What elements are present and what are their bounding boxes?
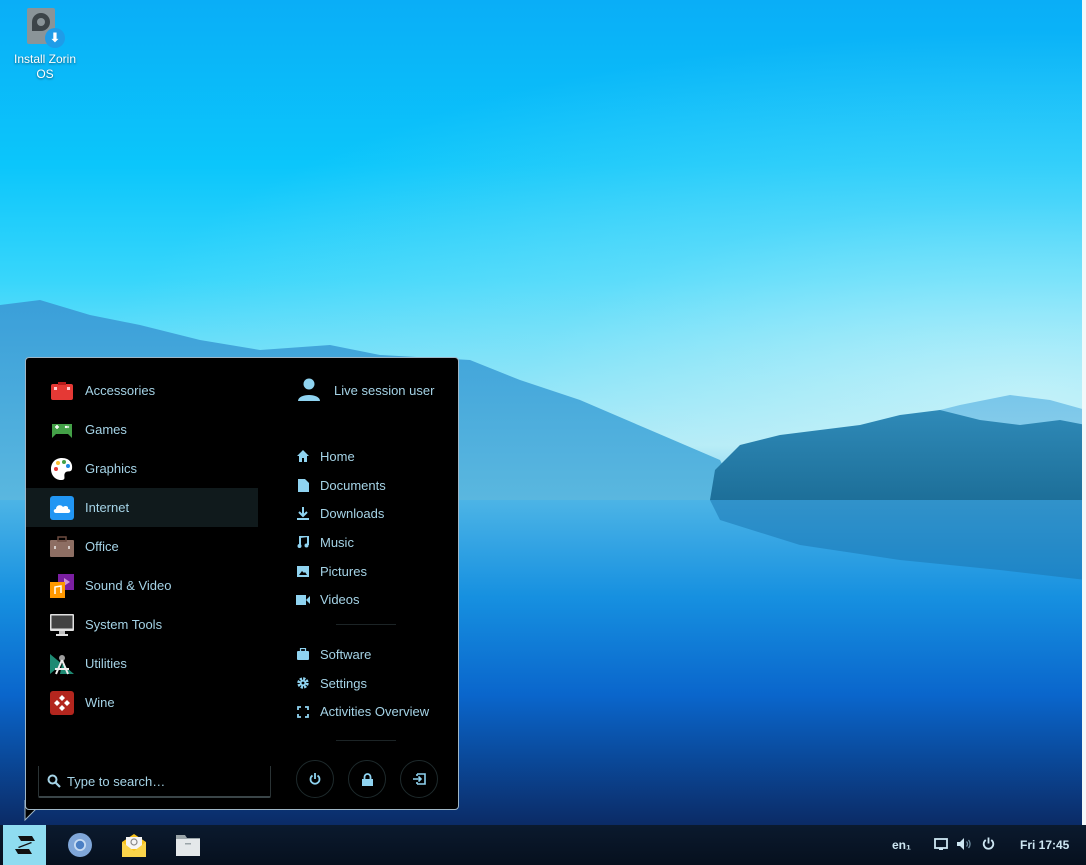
category-label: System Tools (85, 617, 163, 632)
system-activities-overview[interactable]: Activities Overview (296, 697, 429, 726)
system-tools-icon (50, 613, 74, 636)
system-settings[interactable]: Settings (296, 669, 429, 698)
logout-button[interactable] (400, 760, 438, 798)
category-label: Office (85, 539, 119, 554)
divider (336, 740, 396, 741)
place-label: Videos (320, 592, 360, 608)
category-label: Utilities (85, 656, 127, 671)
settings-icon (296, 676, 310, 690)
games-icon (52, 423, 72, 438)
system-list: Software Settings Activities Overview (296, 640, 429, 726)
display-indicator[interactable] (934, 837, 950, 853)
place-label: Documents (320, 477, 386, 493)
desktop-icon-install-zorin[interactable]: ⬇ Install Zorin OS (6, 8, 84, 82)
taskbar-app-mail[interactable] (120, 831, 148, 859)
system-label: Settings (320, 675, 367, 691)
user-name: Live session user (334, 382, 435, 398)
place-pictures[interactable]: Pictures (296, 557, 386, 586)
category-label: Sound & Video (85, 578, 172, 593)
power-button[interactable] (296, 760, 334, 798)
volume-indicator[interactable] (956, 837, 972, 853)
places-list: Home Documents Downloads Music Pictures … (296, 442, 386, 614)
search-icon (47, 774, 61, 788)
place-videos[interactable]: Videos (296, 585, 386, 614)
display-icon (934, 838, 948, 850)
desktop-icon-label: Install Zorin OS (13, 52, 77, 81)
app-menu: Accessories Games Graphics Internet Offi… (25, 357, 459, 810)
power-menu-indicator[interactable] (982, 837, 998, 853)
search-box[interactable] (38, 766, 271, 798)
user-icon (298, 378, 320, 401)
category-label: Games (85, 422, 127, 437)
screen-edge (1082, 0, 1086, 825)
place-label: Downloads (320, 506, 385, 522)
category-wine[interactable]: Wine (26, 683, 258, 722)
wine-icon (50, 690, 74, 715)
category-system-tools[interactable]: System Tools (26, 605, 258, 644)
category-games[interactable]: Games (26, 410, 258, 449)
home-icon (296, 449, 310, 463)
user-account-button[interactable]: Live session user (298, 378, 434, 402)
category-utilities[interactable]: Utilities (26, 644, 258, 683)
clock[interactable]: Fri 17:45 (1020, 825, 1069, 865)
activities-icon (296, 705, 310, 719)
chromium-icon (68, 833, 92, 857)
picture-icon (296, 564, 310, 578)
place-label: Music (320, 534, 354, 550)
start-menu-button[interactable] (3, 825, 46, 865)
software-icon (296, 647, 310, 661)
sound-video-icon (50, 573, 74, 598)
office-icon (50, 535, 74, 557)
session-actions (296, 760, 438, 798)
document-icon (296, 478, 310, 492)
keyboard-layout-indicator[interactable]: en₁ (892, 825, 911, 865)
category-office[interactable]: Office (26, 527, 258, 566)
category-label: Internet (85, 500, 130, 515)
system-label: Activities Overview (320, 704, 430, 720)
place-music[interactable]: Music (296, 528, 386, 557)
mail-icon (122, 834, 146, 857)
taskbar-app-files[interactable] (174, 831, 202, 859)
volume-icon (957, 838, 971, 850)
logout-icon (412, 773, 426, 785)
power-icon (982, 837, 995, 850)
install-disk-icon: ⬇ (27, 8, 65, 48)
category-list: Accessories Games Graphics Internet Offi… (26, 371, 258, 722)
category-label: Accessories (85, 383, 156, 398)
place-downloads[interactable]: Downloads (296, 499, 386, 528)
place-label: Home (320, 448, 355, 464)
internet-icon (50, 495, 74, 520)
utilities-icon (50, 653, 74, 674)
category-accessories[interactable]: Accessories (26, 371, 258, 410)
place-home[interactable]: Home (296, 442, 386, 471)
category-internet[interactable]: Internet (26, 488, 258, 527)
divider (336, 624, 396, 625)
accessories-icon (51, 381, 73, 400)
place-documents[interactable]: Documents (296, 471, 386, 500)
video-icon (296, 593, 310, 607)
system-software[interactable]: Software (296, 640, 429, 669)
system-label: Software (320, 646, 372, 662)
zorin-logo-icon (14, 836, 35, 854)
category-graphics[interactable]: Graphics (26, 449, 258, 488)
search-input[interactable] (67, 773, 257, 789)
graphics-icon (51, 457, 73, 480)
lock-icon (361, 772, 373, 786)
music-icon (296, 535, 310, 549)
files-icon (176, 835, 200, 856)
place-label: Pictures (320, 563, 367, 579)
download-icon (296, 507, 310, 521)
power-icon (309, 773, 321, 785)
taskbar: en₁ Fri 17:45 (0, 825, 1086, 865)
download-badge-icon: ⬇ (45, 28, 65, 48)
category-label: Graphics (85, 461, 138, 476)
lock-button[interactable] (348, 760, 386, 798)
taskbar-app-chromium[interactable] (66, 831, 94, 859)
category-label: Wine (85, 695, 115, 710)
category-sound-video[interactable]: Sound & Video (26, 566, 258, 605)
